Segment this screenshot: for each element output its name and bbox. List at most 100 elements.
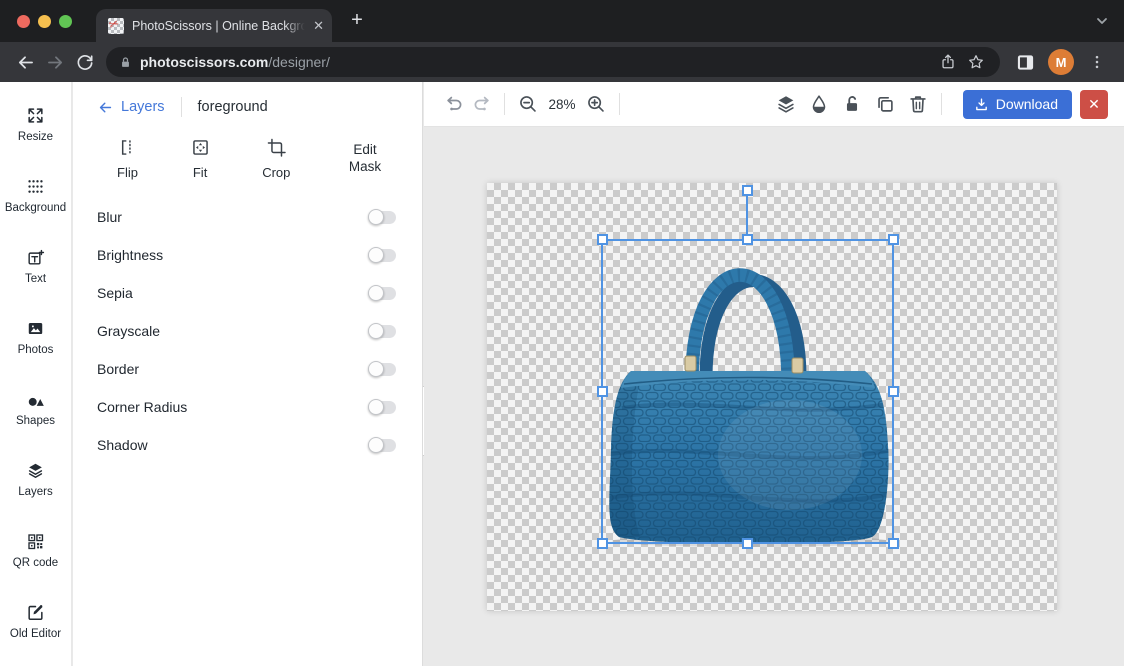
resize-handle-se[interactable] [888,538,899,549]
close-icon: ✕ [1088,96,1100,113]
toggle-row-border: Border [97,350,396,388]
bookmark-button[interactable] [962,48,990,76]
blur-toggle[interactable] [369,211,396,224]
chrome-menu-button[interactable] [1082,47,1112,77]
fit-button[interactable]: Fit [190,137,211,180]
sidebar-item-text[interactable]: Text [0,231,71,302]
panel-header: Layers foreground [73,82,422,125]
sidebar-item-background[interactable]: Background [0,160,71,231]
browser-tab[interactable]: ✂ PhotoScissors | Online Backgro ✕ [96,9,332,42]
back-icon [15,52,36,73]
crop-icon [266,137,287,158]
browser-tab-strip: ✂ PhotoScissors | Online Backgro ✕ + [0,0,1124,42]
share-icon [939,53,957,71]
brightness-toggle[interactable] [369,249,396,262]
url-path: /designer/ [268,54,329,70]
toggle-row-grayscale: Grayscale [97,312,396,350]
opacity-button[interactable] [806,91,832,117]
sepia-toggle[interactable] [369,287,396,300]
resize-handle-sw[interactable] [597,538,608,549]
toggle-row-blur: Blur [97,198,396,236]
toggle-row-sepia: Sepia [97,274,396,312]
back-to-layers-link[interactable]: Layers [97,99,165,116]
download-button[interactable]: Download [963,90,1072,119]
delete-button[interactable] [905,91,931,117]
resize-handle-e[interactable] [888,386,899,397]
side-panel-icon [1015,52,1036,73]
side-panel-button[interactable] [1010,47,1040,77]
sidebar-item-photos[interactable]: Photos [0,302,71,373]
edit-mask-button[interactable]: Edit Mask [342,137,388,180]
window-minimize-button[interactable] [38,15,51,28]
shadow-toggle[interactable] [369,439,396,452]
rotation-handle[interactable] [742,185,753,196]
grayscale-toggle[interactable] [369,325,396,338]
lock-button[interactable] [839,91,865,117]
crop-button[interactable]: Crop [262,137,290,180]
toggle-row-brightness: Brightness [97,236,396,274]
photos-icon [26,319,45,338]
trash-icon [907,93,929,115]
tool-sidebar: Resize Background Text [0,82,72,666]
resize-handle-nw[interactable] [597,234,608,245]
forward-icon [45,52,66,73]
sidebar-item-qr-code[interactable]: QR code [0,515,71,586]
background-icon [26,177,45,196]
url-text: photoscissors.com/designer/ [140,54,330,70]
tab-title-fade [284,9,310,42]
layer-action-icons [773,91,931,117]
share-button[interactable] [934,48,962,76]
tab-close-icon[interactable]: ✕ [313,18,324,34]
tab-search-chevron-icon[interactable] [1094,13,1110,29]
redo-button[interactable] [468,91,494,117]
flip-button[interactable]: Flip [117,137,138,180]
redo-icon [470,93,492,115]
shapes-icon [26,390,45,409]
corner-radius-toggle[interactable] [369,401,396,414]
selection-bounding-box[interactable] [601,239,894,544]
resize-handle-ne[interactable] [888,234,899,245]
reload-icon [75,52,95,72]
duplicate-icon [874,93,896,115]
kebab-menu-icon [1088,53,1106,71]
layers-button[interactable] [773,91,799,117]
back-arrow-icon [97,99,114,116]
new-tab-button[interactable]: + [344,7,370,33]
duplicate-button[interactable] [872,91,898,117]
resize-handle-n[interactable] [742,234,753,245]
layer-properties-panel: Layers foreground Flip [73,82,423,666]
forward-button[interactable] [40,47,70,77]
window-zoom-button[interactable] [59,15,72,28]
resize-handle-w[interactable] [597,386,608,397]
border-toggle[interactable] [369,363,396,376]
sidebar-item-shapes[interactable]: Shapes [0,373,71,444]
zoom-out-icon [517,93,539,115]
opacity-icon [808,93,830,115]
address-bar[interactable]: photoscissors.com/designer/ [106,47,1000,77]
sidebar-item-layers[interactable]: Layers [0,444,71,515]
star-icon [967,53,985,71]
undo-button[interactable] [442,91,468,117]
fit-icon [190,137,211,158]
qr-code-icon [26,532,45,551]
unlock-icon [841,93,863,115]
tab-title: PhotoScissors | Online Backgro [132,19,309,33]
sidebar-item-resize[interactable]: Resize [0,89,71,160]
window-close-button[interactable] [17,15,30,28]
resize-handle-s[interactable] [742,538,753,549]
profile-avatar[interactable]: M [1048,49,1074,75]
url-host: photoscissors.com [140,54,268,70]
close-editor-button[interactable]: ✕ [1080,90,1108,119]
zoom-in-button[interactable] [583,91,609,117]
sidebar-item-old-editor[interactable]: Old Editor [0,586,71,657]
zoom-out-button[interactable] [515,91,541,117]
photoscissors-designer-window: ✂ PhotoScissors | Online Backgro ✕ + [0,0,1124,666]
reload-button[interactable] [70,47,100,77]
back-button[interactable] [10,47,40,77]
old-editor-icon [26,603,45,622]
text-icon [26,248,45,267]
layers-icon [26,461,45,480]
layer-tools-row: Flip Fit Crop Edit Mask [73,125,422,184]
canvas-toolbar: 28% [424,82,1124,127]
zoom-level: 28% [541,97,583,112]
